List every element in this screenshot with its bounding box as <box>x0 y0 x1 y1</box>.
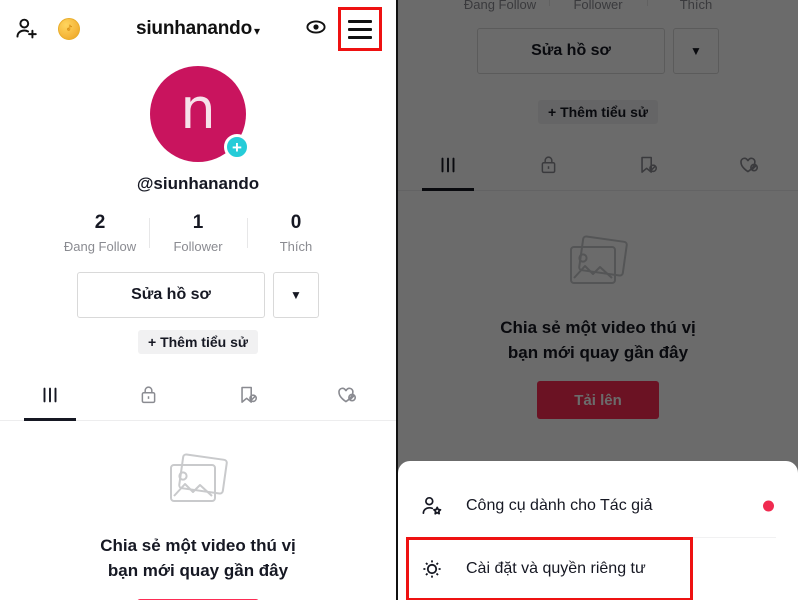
sidebar-item-videos <box>398 144 498 191</box>
stat-followers[interactable]: 1 Follower <box>149 212 247 254</box>
menu-item-creator-tools[interactable]: Công cụ dành cho Tác giả <box>398 475 798 537</box>
gear-icon <box>420 557 450 581</box>
sidebar-item-liked <box>698 144 798 190</box>
eye-icon[interactable] <box>304 15 328 44</box>
creator-tools-icon <box>420 494 450 518</box>
stat-label: Đang Follow <box>463 0 537 12</box>
add-avatar-badge-icon[interactable]: + <box>224 134 250 160</box>
upload-button: Tải lên <box>537 381 659 420</box>
sidebar-item-favorites[interactable] <box>198 374 297 420</box>
bookmark-hidden-icon <box>237 384 259 411</box>
profile-more-dropdown-button: ▼ <box>673 28 719 74</box>
stat-following: 2 Đang Follow <box>451 0 549 12</box>
sidebar-item-videos[interactable] <box>0 374 99 421</box>
heart-hidden-icon <box>335 383 358 411</box>
left-panel-profile-screen: siunhanando ▾ n + @siunhanando 2 Đang Fo… <box>0 0 398 600</box>
profile-more-dropdown-button[interactable]: ▼ <box>273 272 319 318</box>
empty-state-line1: Chia sẻ một video thú vị <box>500 318 696 337</box>
grid-icon <box>39 384 61 411</box>
stat-value: 0 <box>290 212 302 233</box>
empty-state-left: Chia sẻ một video thú vị bạn mới quay gầ… <box>0 451 396 600</box>
sidebar-item-favorites <box>598 144 698 190</box>
menu-item-label: Công cụ dành cho Tác giả <box>466 497 653 514</box>
stat-label: Thích <box>679 0 713 12</box>
profile-stats-row: 2 Đang Follow 1 Follower 0 Thích <box>51 212 345 254</box>
bookmark-hidden-icon <box>637 154 659 181</box>
heart-hidden-icon <box>737 153 760 181</box>
empty-state-line1: Chia sẻ một video thú vị <box>100 536 296 555</box>
top-bar-right-icons <box>304 7 382 51</box>
profile-handle: @siunhanando <box>136 174 260 193</box>
menu-item-label: Cài đặt và quyền riêng tư <box>466 560 646 577</box>
profile-stats-row: 2 Đang Follow 1 Follower 0 Thích <box>398 0 798 12</box>
empty-state-right: Chia sẻ một video thú vị bạn mới quay gầ… <box>398 233 798 420</box>
top-bar-left-icons <box>14 16 80 42</box>
stat-value: 2 <box>94 212 106 233</box>
profile-action-buttons: Sửa hồ sơ ▼ <box>77 272 319 318</box>
edit-profile-button[interactable]: Sửa hồ sơ <box>77 272 265 318</box>
profile-content-scrolled: 2 Đang Follow 1 Follower 0 Thích Sửa hồ … <box>398 0 798 420</box>
lock-icon <box>538 154 559 180</box>
add-bio-button[interactable]: + Thêm tiểu sử <box>138 330 258 354</box>
plus-badge-label: + <box>232 137 242 157</box>
screenshot-root: siunhanando ▾ n + @siunhanando 2 Đang Fo… <box>0 0 800 600</box>
profile-action-buttons: Sửa hồ sơ ▼ <box>398 28 798 74</box>
stat-value: 1 <box>192 212 204 233</box>
stat-likes[interactable]: 0 Thích <box>247 212 345 254</box>
profile-tab-bar <box>0 374 396 421</box>
empty-state-text: Chia sẻ một video thú vị bạn mới quay gầ… <box>100 534 296 583</box>
bottom-sheet-menu: Công cụ dành cho Tác giả Cài đặt và quyề… <box>398 461 798 600</box>
stat-label: Thích <box>279 239 313 254</box>
edit-profile-button: Sửa hồ sơ <box>477 28 665 74</box>
right-panel-menu-screen: 2 Đang Follow 1 Follower 0 Thích Sửa hồ … <box>398 0 798 600</box>
avatar-wrapper[interactable]: n + <box>150 66 250 162</box>
empty-state-line2: bạn mới quay gần đây <box>107 560 289 580</box>
lock-icon <box>138 384 159 410</box>
add-bio-button: + Thêm tiểu sử <box>538 100 658 124</box>
add-bio-row: + Thêm tiểu sử <box>398 88 798 124</box>
tiktok-coin-icon[interactable] <box>58 18 80 40</box>
chevron-down-icon: ▾ <box>254 23 261 38</box>
caret-down-icon: ▼ <box>690 44 702 58</box>
active-tab-indicator <box>24 418 76 421</box>
stat-following[interactable]: 2 Đang Follow <box>51 212 149 254</box>
empty-state-text: Chia sẻ một video thú vị bạn mới quay gầ… <box>500 316 696 365</box>
avatar-initial: n <box>180 77 216 142</box>
sidebar-item-liked[interactable] <box>297 374 396 420</box>
profile-section: n + @siunhanando 2 Đang Follow 1 Followe… <box>0 58 396 354</box>
hamburger-menu-icon <box>348 19 372 39</box>
sidebar-item-private <box>498 144 598 190</box>
active-tab-indicator <box>422 188 474 191</box>
image-placeholder-icon <box>565 233 631 298</box>
stat-label: Follower <box>573 0 623 12</box>
empty-state-line2: bạn mới quay gần đây <box>507 342 689 362</box>
sidebar-item-private[interactable] <box>99 374 198 420</box>
notification-badge-dot <box>763 500 774 512</box>
stat-likes: 0 Thích <box>647 0 745 12</box>
image-placeholder-icon <box>165 451 231 516</box>
stat-label: Đang Follow <box>63 239 137 254</box>
hamburger-menu-button[interactable] <box>338 7 382 51</box>
profile-tab-bar <box>398 144 798 191</box>
stat-label: Follower <box>173 239 223 254</box>
top-app-bar: siunhanando ▾ <box>0 0 396 58</box>
menu-item-settings-and-privacy[interactable]: Cài đặt và quyền riêng tư <box>398 538 798 600</box>
stat-followers: 1 Follower <box>549 0 647 12</box>
grid-icon <box>437 154 459 181</box>
caret-down-icon: ▼ <box>290 288 302 302</box>
username-label: siunhanando <box>135 18 252 39</box>
add-person-icon[interactable] <box>14 16 40 42</box>
